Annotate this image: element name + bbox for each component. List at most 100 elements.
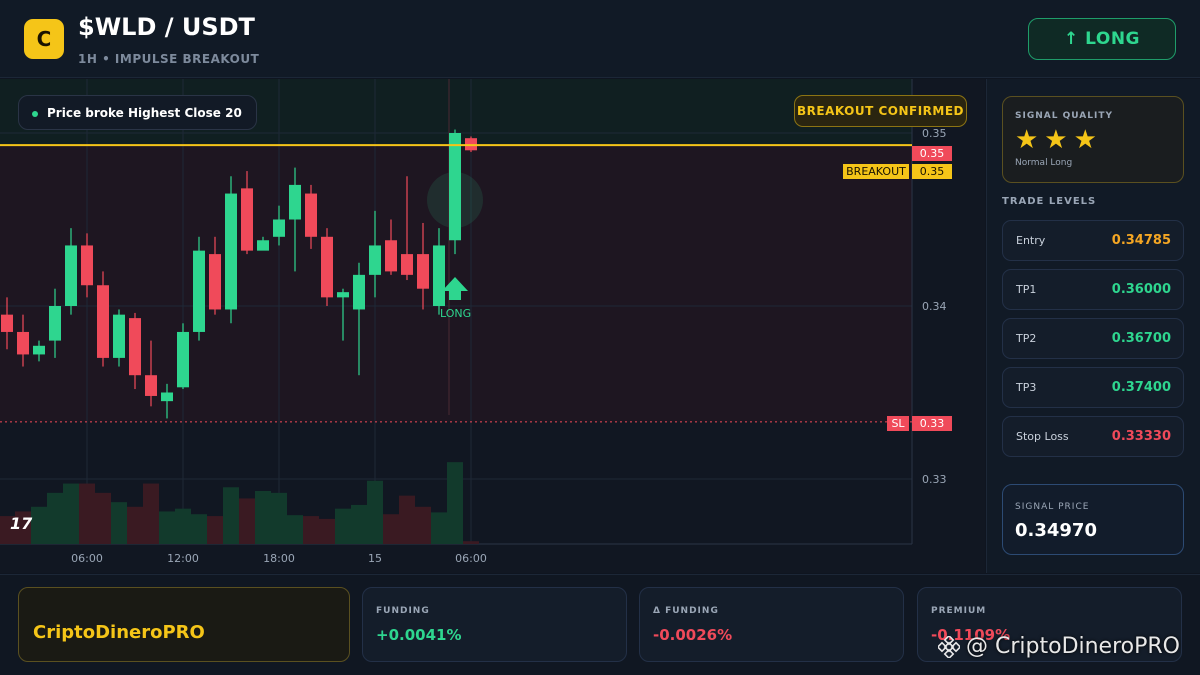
level-label: TP3 <box>1016 381 1037 394</box>
candle-body <box>1 314 13 332</box>
volume-bar <box>399 495 415 544</box>
candle-body <box>241 188 253 251</box>
level-value: 0.34785 <box>1111 233 1171 248</box>
level-label: TP1 <box>1016 283 1037 296</box>
stat-label: FUNDING <box>376 606 430 616</box>
signal-price-card: SIGNAL PRICE 0.34970 <box>1002 484 1184 555</box>
volume-bar <box>351 504 367 544</box>
volume-bar <box>63 483 79 544</box>
y-tick-label: 0.35 <box>922 127 947 140</box>
volume-bar <box>239 498 255 544</box>
level-entry: Entry 0.34785 <box>1002 220 1184 261</box>
candle-body <box>225 193 237 310</box>
quality-note: Normal Long <box>1015 158 1073 168</box>
binance-logo-icon <box>936 634 962 659</box>
y-tick-label: 0.33 <box>922 473 947 486</box>
level-tp1: TP1 0.36000 <box>1002 269 1184 310</box>
sl-tag-label: SL <box>891 417 905 430</box>
volume-bar <box>31 506 47 544</box>
volume-bar <box>127 506 143 544</box>
candle-body <box>417 254 429 289</box>
level-value: 0.33330 <box>1111 429 1171 444</box>
candle-body <box>433 245 445 306</box>
level-label: Entry <box>1016 234 1046 247</box>
candle-body <box>273 219 285 237</box>
candle-body <box>337 292 349 298</box>
volume-bar <box>367 480 383 544</box>
signal-quality-card: SIGNAL QUALITY ★★★ Normal Long <box>1002 96 1184 183</box>
volume-bar <box>207 516 223 544</box>
last-price-value: 0.35 <box>920 147 945 160</box>
volume-bar <box>191 514 207 544</box>
volume-bar <box>335 508 351 544</box>
candle-body <box>161 392 173 402</box>
brand-name: CriptoDineroPRO <box>33 622 205 643</box>
stat-value: +0.0041% <box>376 626 462 644</box>
stat-value: -0.0026% <box>653 626 733 644</box>
volume-bar <box>159 511 175 544</box>
candle-body <box>177 331 189 388</box>
breakout-confirmed-badge: BREAKOUT CONFIRMED <box>794 95 967 127</box>
volume-bar <box>287 515 303 544</box>
long-marker-label: LONG <box>440 307 471 320</box>
candle-body <box>65 245 77 306</box>
watermark-text: @ CriptoDineroPRO <box>966 634 1180 659</box>
watermark: @ CriptoDineroPRO <box>936 634 1180 659</box>
candle-body <box>81 245 93 286</box>
signal-reason-text: Price broke Highest Close 20 <box>47 105 242 120</box>
x-tick-label: 18:00 <box>263 552 295 565</box>
app-logo: C <box>24 19 64 59</box>
candle-body <box>321 236 333 298</box>
volume-bar <box>143 483 159 544</box>
stat-label: PREMIUM <box>931 606 987 616</box>
volume-bar <box>271 492 287 544</box>
delta-funding-card: Δ FUNDING -0.0026% <box>639 587 904 662</box>
signal-quality-title: SIGNAL QUALITY <box>1015 111 1113 121</box>
level-value: 0.36000 <box>1111 282 1171 297</box>
breakout-tag-label: BREAKOUT <box>846 165 906 178</box>
level-tp3: TP3 0.37400 <box>1002 367 1184 408</box>
signal-price-title: SIGNAL PRICE <box>1015 502 1090 512</box>
candle-body <box>33 345 45 355</box>
signal-reason-pill: Price broke Highest Close 20 <box>18 95 257 130</box>
level-value: 0.37400 <box>1111 380 1171 395</box>
stat-label: Δ FUNDING <box>653 606 719 616</box>
candle-body <box>369 245 381 275</box>
level-tp2: TP2 0.36700 <box>1002 318 1184 359</box>
candle-body <box>97 285 109 358</box>
top-header: C $WLD / USDT 1H • IMPULSE BREAKOUT ↑ LO… <box>0 0 1200 78</box>
volume-bar <box>111 502 127 544</box>
volume-bar <box>319 518 335 544</box>
candle-body <box>113 314 125 358</box>
long-button[interactable]: ↑ LONG <box>1028 18 1176 60</box>
volume-bar <box>79 483 95 544</box>
star-rating-icon: ★★★ <box>1015 125 1103 155</box>
level-stop-loss: Stop Loss 0.33330 <box>1002 416 1184 457</box>
candle-body <box>385 240 397 272</box>
candle-body <box>129 318 141 376</box>
breakout-value: 0.35 <box>920 165 945 178</box>
x-tick-label: 15 <box>368 552 382 565</box>
level-label: Stop Loss <box>1016 430 1069 443</box>
volume-bar <box>255 490 271 544</box>
x-tick-label: 06:00 <box>71 552 103 565</box>
candle-body <box>289 184 301 220</box>
candle-body <box>17 331 29 355</box>
volume-bar <box>175 508 191 544</box>
y-tick-label: 0.34 <box>922 300 947 313</box>
candle-body <box>353 274 365 310</box>
x-tick-label: 12:00 <box>167 552 199 565</box>
candle-body <box>449 133 461 241</box>
volume-bar <box>383 514 399 544</box>
level-label: TP2 <box>1016 332 1037 345</box>
candle-body <box>49 306 61 341</box>
level-value: 0.36700 <box>1111 331 1171 346</box>
candlestick-chart-svg[interactable]: LONG 0.35 0.34 0.33 06:00 12:00 18:00 15 06:00 0.… <box>0 79 985 573</box>
tradingview-logo-icon: 17 <box>10 514 33 533</box>
funding-card: FUNDING +0.0041% <box>362 587 627 662</box>
price-chart[interactable]: LONG 0.35 0.34 0.33 06:00 12:00 18:00 15 06:00 0.… <box>0 79 985 573</box>
candle-body <box>401 254 413 275</box>
sl-value: 0.33 <box>920 417 945 430</box>
candle-body <box>193 250 205 332</box>
brand-card: CriptoDineroPRO <box>18 587 350 662</box>
